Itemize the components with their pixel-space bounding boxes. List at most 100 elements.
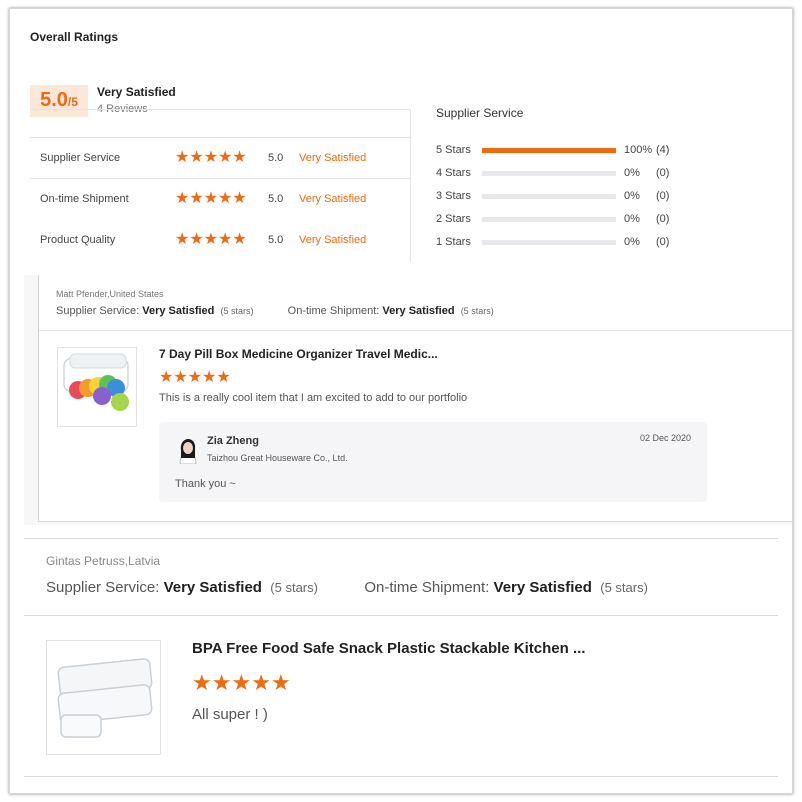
divider [24, 615, 778, 616]
breakdown-percent: 0% [624, 236, 640, 248]
supplier-service-value: Very Satisfied [142, 305, 215, 317]
breakdown-count: (0) [656, 190, 670, 202]
review-ratings-summary: Supplier Service: Very Satisfied (5 star… [56, 305, 494, 317]
review-comment: This is a really cool item that I am exc… [159, 392, 468, 404]
overall-score-suffix: /5 [67, 95, 78, 109]
star-icon: ★ [232, 190, 247, 207]
breakdown-percent: 100% [624, 144, 653, 156]
supplier-service-label: Supplier Service: [56, 305, 140, 317]
breakdown-bar-track [482, 194, 616, 199]
divider [39, 330, 792, 331]
star-icon: ★ [203, 231, 219, 248]
overall-ratings-title: Overall Ratings [30, 30, 119, 44]
review-author: Gintas Petruss,Latvia [46, 554, 161, 568]
breakdown-count: (0) [656, 213, 670, 225]
reply-date: 02 Dec 2020 [640, 433, 692, 443]
star-icon: ★ [251, 670, 271, 695]
pill-box-image [63, 353, 129, 411]
star-rating: ★★★★★ [175, 147, 247, 167]
rating-text: Very Satisfied [299, 234, 367, 246]
rating-row-supplier-service: Supplier Service ★★★★★ 5.0 Very Satisfie… [30, 138, 410, 179]
category-ratings-table: Supplier Service ★★★★★ 5.0 Very Satisfie… [30, 137, 411, 262]
breakdown-percent: 0% [624, 213, 640, 225]
breakdown-bar-track [482, 171, 616, 176]
star-icon: ★ [216, 369, 231, 386]
rating-label: Product Quality [40, 234, 116, 246]
breakdown-bar-fill [482, 148, 616, 153]
breakdown-label: 3 Stars [436, 190, 471, 202]
rating-text: Very Satisfied [299, 152, 367, 164]
rating-score: 5.0 [268, 193, 284, 205]
supplier-reply: Zia Zheng Taizhou Great Houseware Co., L… [159, 422, 707, 502]
star-icon: ★ [218, 149, 233, 166]
divider [30, 109, 410, 110]
breakdown-label: 2 Stars [436, 213, 471, 225]
rating-row-product-quality: Product Quality ★★★★★ 5.0 Very Satisfied [30, 220, 410, 260]
breakdown-percent: 0% [624, 167, 640, 179]
star-icon: ★ [211, 670, 232, 695]
divider [410, 109, 411, 137]
review-comment: All super ! ) [192, 706, 268, 723]
star-icon: ★ [173, 369, 188, 386]
breakdown-label: 5 Stars [436, 144, 471, 156]
star-icon: ★ [189, 190, 204, 207]
reply-author: Zia Zheng [207, 435, 259, 447]
supplier-service-stars: (5 stars) [220, 306, 254, 316]
breakdown-percent: 0% [624, 190, 640, 202]
product-thumbnail[interactable] [46, 640, 161, 755]
star-icon: ★ [231, 670, 252, 695]
product-thumbnail[interactable] [57, 347, 137, 427]
divider [24, 776, 778, 777]
rating-score: 5.0 [268, 234, 284, 246]
star-icon: ★ [203, 149, 219, 166]
storage-container-image [57, 658, 153, 738]
star-rating: ★★★★★ [175, 188, 247, 208]
breakdown-bar-track [482, 240, 616, 245]
star-icon: ★ [202, 369, 217, 386]
rating-text: Very Satisfied [299, 193, 367, 205]
rating-score: 5.0 [268, 152, 284, 164]
shipment-stars: (5 stars) [600, 580, 648, 595]
divider [24, 538, 778, 539]
product-title-link[interactable]: 7 Day Pill Box Medicine Organizer Travel… [159, 347, 438, 361]
star-icon: ★ [175, 190, 190, 207]
avatar-icon [179, 439, 197, 465]
product-title-link[interactable]: BPA Free Food Safe Snack Plastic Stackab… [192, 640, 585, 657]
star-icon: ★ [175, 231, 190, 248]
star-icon: ★ [203, 190, 219, 207]
star-icon: ★ [232, 149, 247, 166]
star-rating: ★★★★★ [175, 229, 247, 249]
rating-row-on-time-shipment: On-time Shipment ★★★★★ 5.0 Very Satisfie… [30, 179, 410, 219]
avatar [177, 438, 199, 465]
star-icon: ★ [189, 149, 204, 166]
shipment-label: On-time Shipment: [364, 579, 490, 596]
star-breakdown-row: 5 Stars 100% (4) [436, 144, 696, 158]
breakdown-label: 1 Stars [436, 236, 471, 248]
overall-score-badge: 5.0 /5 [30, 85, 88, 117]
review-card: Matt Pfender,United States Supplier Serv… [24, 275, 792, 525]
review-content: Matt Pfender,United States Supplier Serv… [38, 275, 792, 522]
supplier-service-value: Very Satisfied [163, 579, 262, 596]
star-breakdown-row: 2 Stars 0% (0) [436, 213, 696, 227]
star-icon: ★ [187, 369, 203, 386]
shipment-value: Very Satisfied [493, 579, 592, 596]
breakdown-count: (0) [656, 236, 670, 248]
review-star-rating: ★★★★★ [192, 670, 291, 696]
breakdown-label: 4 Stars [436, 167, 471, 179]
star-icon: ★ [189, 231, 204, 248]
star-breakdown-row: 1 Stars 0% (0) [436, 236, 696, 250]
star-icon: ★ [192, 670, 212, 695]
star-icon: ★ [232, 231, 247, 248]
star-breakdown-row: 3 Stars 0% (0) [436, 190, 696, 204]
breakdown-bar-track [482, 148, 616, 153]
review-author: Matt Pfender,United States [56, 289, 164, 299]
review-ratings-summary: Supplier Service: Very Satisfied (5 star… [46, 579, 648, 596]
review-star-rating: ★★★★★ [159, 367, 231, 387]
breakdown-title: Supplier Service [436, 106, 524, 120]
rating-label: On-time Shipment [40, 193, 129, 205]
shipment-value: Very Satisfied [382, 305, 455, 317]
rating-label: Supplier Service [40, 152, 121, 164]
breakdown-count: (4) [656, 144, 670, 156]
shipment-stars: (5 stars) [460, 306, 494, 316]
star-icon: ★ [270, 670, 291, 695]
